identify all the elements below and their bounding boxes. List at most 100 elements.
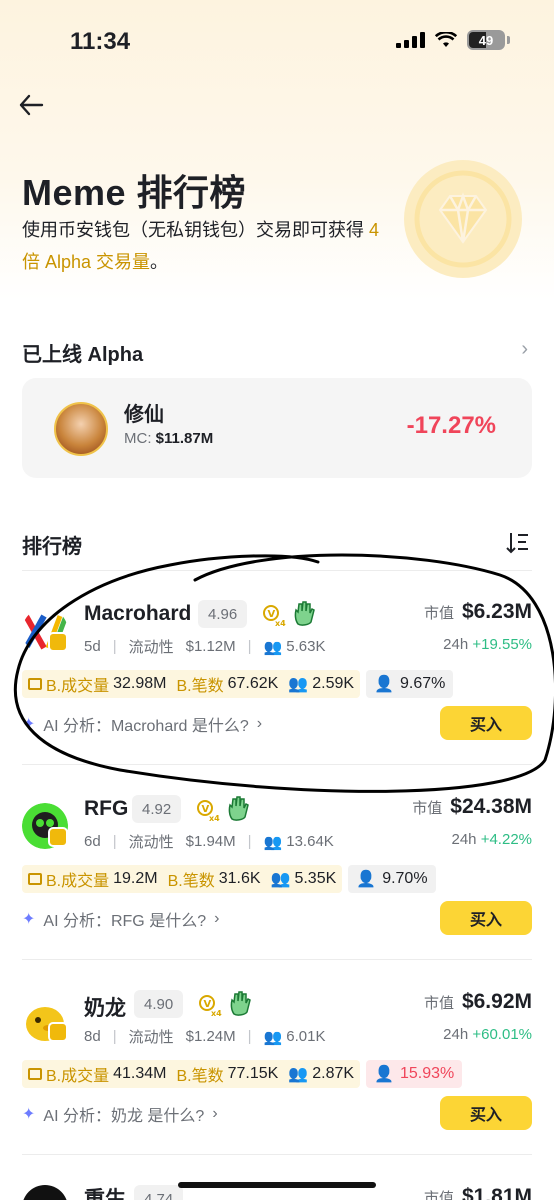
hand-icon <box>228 796 249 821</box>
mcap-value: $24.38M <box>450 795 532 818</box>
home-indicator <box>178 1182 376 1188</box>
chain-badge-icon <box>48 827 68 847</box>
people-icon: 👥 <box>263 638 283 656</box>
ai-analysis-link[interactable]: ✦ AI 分析：Macrohard 是什么? › <box>22 712 262 736</box>
coin-age: 8d <box>84 1028 101 1045</box>
mcap-label: 市值 <box>412 800 443 817</box>
coin-age: 6d <box>84 833 101 850</box>
status-icons: 49 <box>396 30 510 50</box>
market-cap: 市值 $1.81M <box>424 1185 532 1200</box>
chg-label: 24h <box>451 831 477 848</box>
buy-button[interactable]: 买入 <box>440 706 532 740</box>
volume-stat: B.成交量 19.2M B.笔数 31.6K 👥 5.35K <box>22 865 343 893</box>
chg-value: +19.55% <box>472 636 532 653</box>
page-title: Meme 排行榜 <box>22 172 247 213</box>
coin-age: 5d <box>84 638 101 655</box>
people-icon: 👥 <box>263 1028 283 1046</box>
wallet-icon <box>28 873 42 885</box>
chevron-right-icon[interactable]: › <box>521 338 528 361</box>
list-item[interactable]: Macrohard 4.96 V x4 5d | 流动性 $1.12M | 👥 5… <box>0 570 554 765</box>
chevron-right-icon: › <box>214 910 220 927</box>
alpha-token-card[interactable]: 修仙 MC: $11.87M -17.27% <box>22 378 532 478</box>
wifi-icon <box>435 32 457 47</box>
alpha-section-title: 已上线 Alpha <box>22 344 144 366</box>
arrow-left-icon <box>19 94 44 116</box>
vol-value: 41.34M <box>113 1065 167 1082</box>
page-description: 使用币安钱包（无私钥钱包）交易即可获得 4 倍 Alpha 交易量。 <box>22 214 392 278</box>
top-holders-value: 15.93% <box>400 1065 455 1082</box>
coin-name: 重生 <box>84 1188 126 1200</box>
desc-end: 。 <box>150 252 169 272</box>
status-time: 11:34 <box>70 28 131 55</box>
market-cap: 市值 $24.38M <box>412 795 532 819</box>
signal-icon <box>396 32 425 48</box>
traders-value: 2.87K <box>312 1065 355 1082</box>
people-icon: 👥 <box>288 676 309 693</box>
holders-value: 5.63K <box>286 638 326 655</box>
mcap-value: $1.81M <box>461 1185 532 1200</box>
mcap-label: 市值 <box>423 995 454 1012</box>
coin-name: Macrohard <box>84 602 192 625</box>
coin-meta: 8d | 流动性 $1.24M | 👥 6.01K <box>84 1028 326 1046</box>
sort-button[interactable] <box>506 530 530 556</box>
ai-analysis-text: AI 分析：奶龙 是什么? <box>43 1108 205 1125</box>
buy-button[interactable]: 买入 <box>440 1096 532 1130</box>
ai-analysis-link[interactable]: ✦ AI 分析：RFG 是什么? › <box>22 907 219 931</box>
score-badge: 4.74 <box>134 1185 184 1200</box>
chevron-right-icon: › <box>256 715 263 732</box>
v-multiplier-icon: V x4 <box>199 995 222 1018</box>
mcap-value: $6.23M <box>461 600 532 623</box>
txn-value: 77.15K <box>227 1065 279 1082</box>
market-cap: 市值 $6.92M <box>424 990 532 1014</box>
stats-row: B.成交量 41.34M B.笔数 77.15K 👥 2.87K 👤 15.93… <box>22 1060 463 1088</box>
top-holders-value: 9.70% <box>382 870 428 887</box>
list-item[interactable]: RFG 4.92 V x4 6d | 流动性 $1.94M | 👥 13.64K … <box>0 765 554 960</box>
people-icon: 👥 <box>270 871 291 888</box>
score-badge: 4.96 <box>198 600 248 628</box>
change-24h: 24h +60.01% <box>443 1026 532 1043</box>
liquidity-value: $1.12M <box>185 638 236 655</box>
change-24h: 24h +19.55% <box>443 636 532 653</box>
alpha-market-cap: MC: $11.87M <box>124 430 213 447</box>
liquidity-value: $1.24M <box>185 1028 236 1045</box>
list-item[interactable]: 奶龙 4.90 V x4 8d | 流动性 $1.24M | 👥 6.01K 市值… <box>0 960 554 1155</box>
back-button[interactable] <box>18 92 48 120</box>
holders-count: 👥 5.63K <box>264 638 326 656</box>
sort-icon <box>506 533 528 554</box>
person-icon: 👤 <box>356 871 377 888</box>
alpha-token-name: 修仙 <box>124 404 164 426</box>
chg-value: +4.22% <box>480 831 532 848</box>
top-holders-stat: 👤 9.70% <box>348 865 436 893</box>
svg-text:x4: x4 <box>209 814 220 823</box>
battery-level: 49 <box>478 32 494 48</box>
liquidity-label: 流动性 <box>128 1029 174 1046</box>
chg-label: 24h <box>443 636 469 653</box>
chevron-right-icon: › <box>212 1105 218 1122</box>
holders-count: 👥 6.01K <box>264 1028 326 1046</box>
sparkle-icon: ✦ <box>22 1106 36 1123</box>
liquidity-value: $1.94M <box>185 833 236 850</box>
person-icon: 👤 <box>374 676 394 693</box>
v-multiplier-icon: V x4 <box>197 800 220 823</box>
mc-label: MC: <box>124 430 152 447</box>
coin-name: RFG <box>84 797 129 820</box>
holders-value: 6.01K <box>286 1028 326 1045</box>
ai-analysis-link[interactable]: ✦ AI 分析：奶龙 是什么? › <box>22 1102 218 1126</box>
volume-stat: B.成交量 41.34M B.笔数 77.15K 👥 2.87K <box>22 1060 361 1088</box>
wallet-icon <box>28 678 42 690</box>
people-icon: 👥 <box>263 833 283 851</box>
sparkle-icon: ✦ <box>22 716 36 733</box>
list-item[interactable]: 重生 4.74 市值 $1.81M <box>0 1155 554 1200</box>
mcap-label: 市值 <box>423 605 454 622</box>
mcap-label: 市值 <box>423 1190 454 1200</box>
buy-button[interactable]: 买入 <box>440 901 532 935</box>
vol-value: 32.98M <box>113 675 167 692</box>
avatar <box>54 402 108 456</box>
top-holders-stat: 👤 15.93% <box>366 1060 463 1088</box>
vol-label: B.成交量 <box>46 678 110 695</box>
svg-text:x4: x4 <box>275 619 286 628</box>
mc-value: $11.87M <box>155 430 214 447</box>
top-holders-stat: 👤 9.67% <box>366 670 454 698</box>
v-multiplier-icon: V x4 <box>263 605 286 628</box>
hand-icon <box>230 991 251 1016</box>
